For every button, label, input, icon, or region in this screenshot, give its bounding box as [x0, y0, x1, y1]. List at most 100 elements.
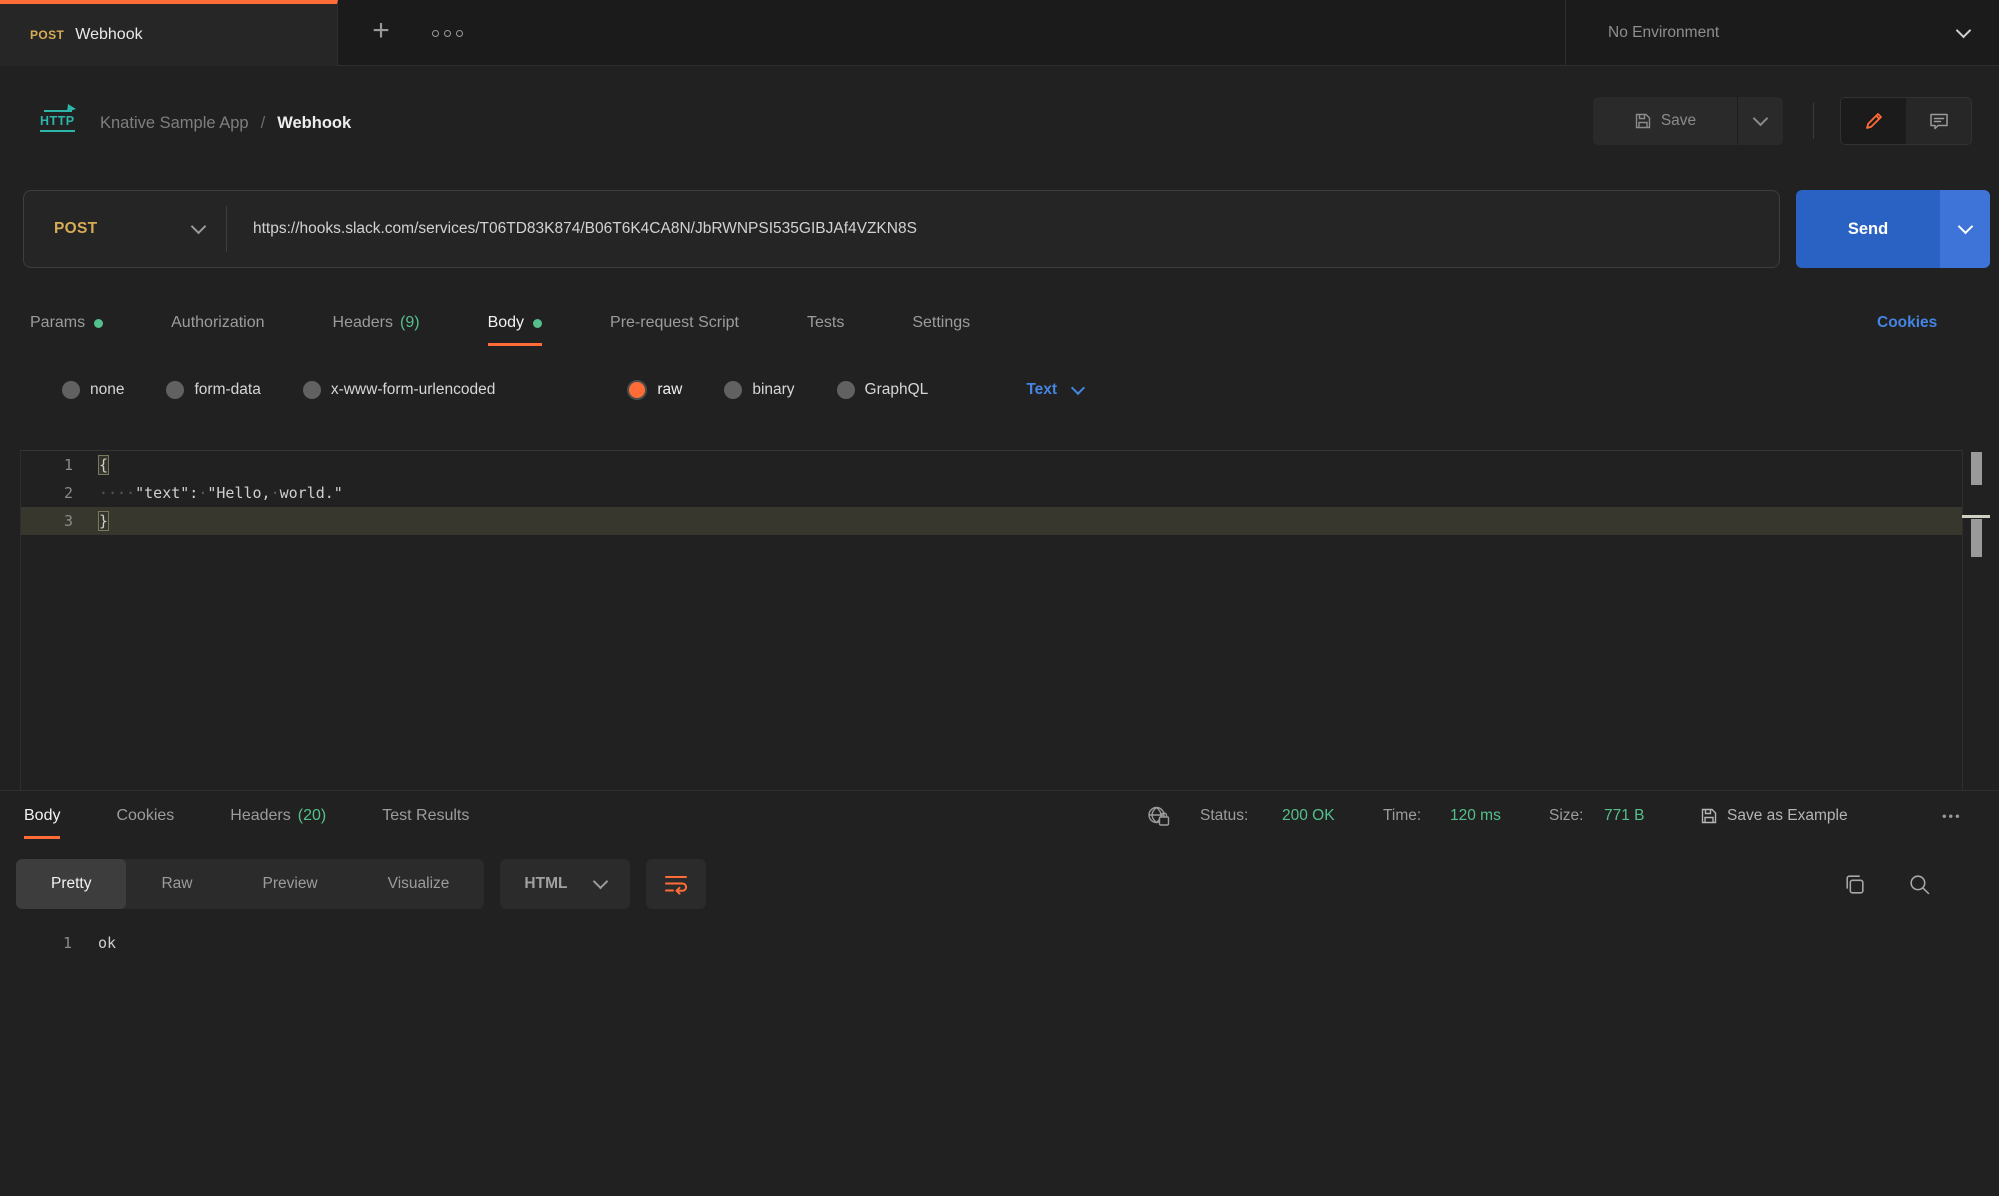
green-dot-icon	[94, 319, 103, 328]
save-options-button[interactable]	[1737, 97, 1783, 145]
line-number: 1	[20, 929, 98, 957]
tab-params[interactable]: Params	[30, 300, 103, 346]
radio-selected-icon	[627, 380, 647, 400]
response-meta: Status: 200 OK Time: 120 ms Size: 771 B …	[0, 792, 1999, 840]
cookies-link[interactable]: Cookies	[1877, 300, 1937, 346]
radio-icon	[724, 381, 742, 399]
editor-scrollbar-thumb[interactable]	[1971, 519, 1982, 557]
postman-window: POST Webhook + No Environment HTTP Knati…	[0, 0, 1999, 1196]
request-view-toggle	[1840, 97, 1972, 145]
radio-binary[interactable]: binary	[724, 381, 794, 399]
view-raw[interactable]: Raw	[126, 859, 227, 909]
divider	[1813, 103, 1814, 139]
chevron-down-icon	[1956, 23, 1972, 39]
tab-headers[interactable]: Headers(9)	[333, 300, 420, 346]
radio-icon	[303, 381, 321, 399]
radio-x-www-form-urlencoded[interactable]: x-www-form-urlencoded	[303, 381, 496, 399]
tab-authorization[interactable]: Authorization	[171, 300, 264, 346]
breadcrumb-separator: /	[261, 114, 266, 133]
request-tab[interactable]: POST Webhook	[0, 0, 338, 66]
size-value: 771 B	[1604, 807, 1645, 825]
tab-body[interactable]: Body	[488, 300, 542, 346]
response-format-selector[interactable]: HTML	[500, 859, 630, 909]
chevron-down-icon	[191, 219, 207, 235]
send-label: Send	[1848, 220, 1888, 239]
radio-icon	[837, 381, 855, 399]
bracket-highlight: {	[99, 456, 108, 474]
copy-response-button[interactable]	[1842, 872, 1867, 897]
url-input[interactable]: https://hooks.slack.com/services/T06TD83…	[227, 220, 917, 238]
dot-icon	[444, 30, 451, 37]
tab-options-button[interactable]	[432, 22, 463, 44]
editor-scrollbar-thumb[interactable]	[1971, 452, 1982, 485]
send-button[interactable]: Send	[1796, 190, 1940, 268]
wrap-text-button[interactable]	[646, 859, 706, 909]
response-body-viewer[interactable]: 1ok	[20, 929, 116, 957]
tab-strip: POST Webhook + No Environment	[0, 0, 1999, 66]
radio-none[interactable]: none	[62, 381, 124, 399]
chevron-down-icon	[593, 874, 609, 890]
dot-icon	[432, 30, 439, 37]
response-actions	[1842, 859, 1932, 909]
method-label: POST	[54, 220, 97, 238]
view-preview[interactable]: Preview	[228, 859, 353, 909]
breadcrumb-request-name[interactable]: Webhook	[277, 114, 351, 133]
headers-count: (9)	[400, 314, 420, 332]
tab-method-label: POST	[30, 28, 64, 42]
tab-tests[interactable]: Tests	[807, 300, 844, 346]
view-pretty[interactable]: Pretty	[16, 859, 126, 909]
new-tab-button[interactable]: +	[362, 14, 400, 52]
radio-icon	[166, 381, 184, 399]
network-globe-lock-icon[interactable]	[1146, 805, 1171, 828]
status-label: Status:	[1200, 807, 1248, 825]
comments-button[interactable]	[1906, 98, 1971, 144]
radio-icon	[62, 381, 80, 399]
environment-selector[interactable]: No Environment	[1565, 0, 1999, 66]
radio-raw[interactable]: raw	[627, 380, 682, 400]
edit-request-button[interactable]	[1841, 98, 1906, 144]
request-tabs: Params Authorization Headers(9) Body Pre…	[30, 300, 970, 346]
response-divider	[0, 790, 1999, 791]
tab-settings[interactable]: Settings	[912, 300, 970, 346]
response-options-button[interactable]: •••	[1942, 809, 1962, 824]
body-type-selector: none form-data x-www-form-urlencoded raw…	[62, 372, 1083, 408]
green-dot-icon	[533, 319, 542, 328]
view-visualize[interactable]: Visualize	[353, 859, 485, 909]
method-selector[interactable]: POST	[24, 220, 226, 238]
tab-pre-request-script[interactable]: Pre-request Script	[610, 300, 739, 346]
pencil-icon	[1863, 110, 1885, 132]
search-icon	[1907, 872, 1932, 897]
raw-language-selector[interactable]: Text	[1026, 381, 1083, 399]
save-as-example-label: Save as Example	[1727, 807, 1848, 825]
search-response-button[interactable]	[1907, 872, 1932, 897]
request-body-editor[interactable]: 1{ 2····"text":·"Hello,·world." 3}	[20, 450, 1963, 790]
response-view-toolbar: Pretty Raw Preview Visualize HTML	[16, 859, 706, 909]
radio-form-data[interactable]: form-data	[166, 381, 260, 399]
status-value: 200 OK	[1282, 807, 1335, 825]
line-number: 3	[21, 507, 99, 535]
save-label: Save	[1661, 112, 1696, 130]
chevron-down-icon	[1071, 380, 1085, 394]
radio-graphql[interactable]: GraphQL	[837, 381, 929, 399]
chevron-down-icon	[1753, 111, 1769, 127]
environment-label: No Environment	[1608, 24, 1719, 42]
save-icon	[1700, 807, 1718, 825]
line-number: 1	[21, 451, 99, 479]
size-label: Size:	[1549, 807, 1583, 825]
time-label: Time:	[1383, 807, 1421, 825]
save-button-group: Save	[1593, 97, 1783, 145]
chevron-down-icon	[1957, 219, 1973, 235]
save-as-example-button[interactable]: Save as Example	[1700, 807, 1848, 825]
editor-line: 1{	[21, 451, 1963, 479]
breadcrumb-collection[interactable]: Knative Sample App	[100, 114, 249, 133]
line-number: 2	[21, 479, 99, 507]
editor-cursor-marker	[1962, 515, 1990, 518]
time-value: 120 ms	[1450, 807, 1501, 825]
send-button-group: Send	[1796, 190, 1990, 268]
send-options-button[interactable]	[1940, 190, 1990, 268]
editor-line: 2····"text":·"Hello,·world."	[21, 479, 1963, 507]
bracket-highlight: }	[99, 512, 108, 530]
response-view-segments: Pretty Raw Preview Visualize	[16, 859, 484, 909]
tab-title: Webhook	[75, 26, 142, 44]
save-button[interactable]: Save	[1593, 97, 1737, 145]
